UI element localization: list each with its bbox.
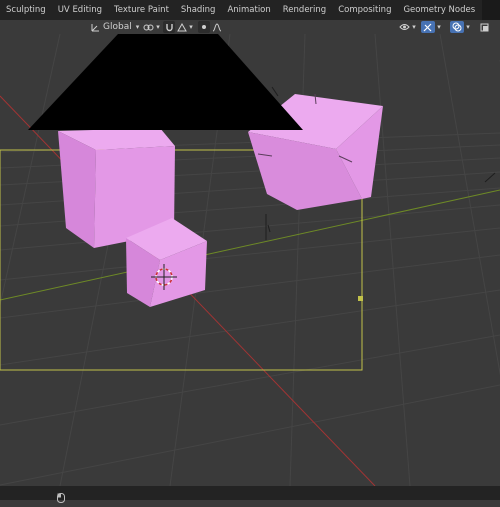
visibility-eye-icon[interactable] xyxy=(398,21,410,33)
camera-frame-handle xyxy=(358,296,363,301)
chevron-down-icon[interactable]: ▾ xyxy=(155,21,161,33)
workspace-tab[interactable]: Compositing xyxy=(332,0,397,20)
chevron-down-icon[interactable]: ▾ xyxy=(436,21,442,33)
chevron-down-icon: ▾ xyxy=(135,23,140,31)
chevron-down-icon[interactable]: ▾ xyxy=(188,21,194,33)
gizmo-icon[interactable] xyxy=(421,21,435,33)
workspace-tabs-bar: Sculpting UV Editing Texture Paint Shading A… xyxy=(0,0,500,20)
chevron-down-icon[interactable]: ▾ xyxy=(411,21,417,33)
falloff-curve-icon[interactable] xyxy=(211,21,223,33)
mouse-icon xyxy=(57,488,65,503)
proportional-edit-icon[interactable] xyxy=(198,21,210,33)
workspace-tab[interactable]: UV Editing xyxy=(52,0,108,20)
overlays-icon[interactable] xyxy=(450,21,464,33)
workspace-tab[interactable]: Sculpting xyxy=(0,0,52,20)
topbar-right-area xyxy=(482,0,500,20)
3d-viewport[interactable] xyxy=(0,34,500,486)
workspace-tab[interactable]: Texture Paint xyxy=(108,0,175,20)
workspace-tab[interactable]: Animation xyxy=(221,0,276,20)
status-bar xyxy=(0,486,500,503)
transform-orientation-dropdown[interactable]: Global ▾ xyxy=(100,21,139,33)
magnet-snap-icon[interactable] xyxy=(163,21,175,33)
xray-toggle-icon[interactable] xyxy=(478,21,490,33)
chevron-down-icon[interactable]: ▾ xyxy=(465,21,471,33)
viewport-header: Global ▾ ▾ ▾ ▾ ▾ ▾ xyxy=(0,20,500,34)
snap-target-icon[interactable] xyxy=(176,21,188,33)
workspace-tab[interactable]: Shading xyxy=(175,0,222,20)
workspace-tab[interactable]: Rendering xyxy=(277,0,332,20)
transform-orientation-icon[interactable] xyxy=(90,21,100,33)
workspace-tabs: Sculpting UV Editing Texture Paint Shading A… xyxy=(0,0,500,20)
workspace-tab[interactable]: Geometry Nodes xyxy=(397,0,481,20)
transform-orientation-label: Global xyxy=(103,22,132,32)
viewport-scene[interactable] xyxy=(0,34,500,486)
pivot-link-icon[interactable] xyxy=(141,21,155,33)
